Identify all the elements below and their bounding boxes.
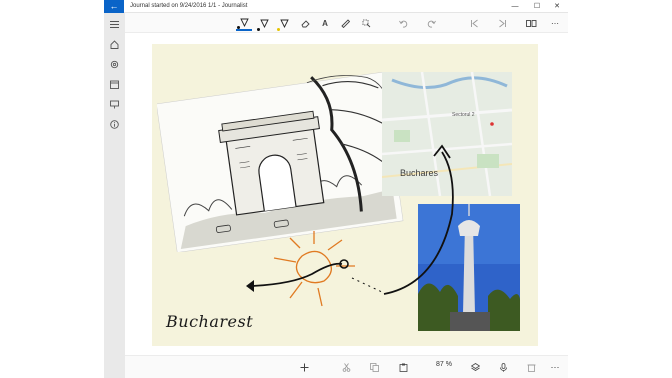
ink-arrow-strokes[interactable] [232, 134, 462, 304]
pen-color-swatch [237, 26, 240, 29]
close-button[interactable]: ✕ [546, 0, 568, 13]
pen-tool-black[interactable] [236, 15, 252, 31]
delete-button[interactable] [523, 360, 539, 374]
minimize-button[interactable]: — [504, 0, 526, 13]
bottom-command-bar: 87 % ⋯ [125, 355, 568, 378]
navigation-rail [104, 13, 125, 378]
page-view-icon [525, 19, 536, 27]
copy-button[interactable] [366, 360, 382, 374]
paste-icon [399, 363, 407, 372]
home-button[interactable] [104, 36, 125, 52]
paste-button[interactable] [395, 360, 411, 374]
ruler-icon [340, 18, 350, 28]
map-sector-label: Sectorul 2 [452, 112, 475, 118]
ruler-tool[interactable] [337, 15, 353, 31]
layers-icon [470, 362, 480, 371]
maximize-button[interactable]: ☐ [526, 0, 548, 13]
ink-toolbar: A ⋯ [125, 13, 568, 33]
text-tool[interactable]: A [317, 15, 333, 31]
highlighter-icon [279, 19, 289, 28]
microphone-icon [499, 362, 507, 372]
bottom-more-button[interactable]: ⋯ [547, 360, 563, 374]
scissors-icon [342, 362, 350, 372]
info-button[interactable] [104, 116, 125, 132]
pen-icon [239, 18, 249, 27]
next-page-icon [498, 19, 506, 27]
previous-page-button[interactable] [466, 15, 482, 31]
microphone-button[interactable] [495, 360, 511, 374]
pen-color-swatch [257, 28, 260, 31]
journal-canvas[interactable]: Sectorul 2 Buchares Bucharest [125, 33, 568, 355]
hamburger-icon [110, 20, 119, 28]
pen-icon [259, 19, 269, 28]
plus-icon [300, 363, 308, 371]
eraser-icon [300, 19, 310, 27]
highlighter-tool[interactable] [276, 15, 292, 31]
app-window: ← Journal started on 9/24/2016 1/1 - Jou… [0, 0, 672, 378]
add-button[interactable] [296, 360, 312, 374]
cut-button[interactable] [338, 360, 354, 374]
right-margin [568, 0, 672, 378]
pen-tool-black-2[interactable] [256, 15, 272, 31]
info-icon [110, 119, 119, 129]
window-title: Journal started on 9/24/2016 1/1 - Journ… [130, 3, 248, 9]
redo-icon [427, 20, 436, 27]
back-arrow-icon: ← [109, 1, 119, 11]
eraser-tool[interactable] [297, 15, 313, 31]
redo-button[interactable] [423, 15, 439, 31]
calendar-button[interactable] [104, 76, 125, 92]
journal-caption: Bucharest [166, 312, 254, 331]
calendar-icon [110, 80, 119, 89]
settings-button[interactable] [104, 56, 125, 72]
trash-icon [527, 364, 535, 372]
home-icon [110, 39, 119, 49]
undo-icon [398, 20, 407, 27]
page-view-button[interactable] [523, 15, 539, 31]
presentation-icon [110, 100, 119, 108]
menu-button[interactable] [104, 16, 125, 32]
zoom-level[interactable]: 87 % [436, 361, 452, 368]
more-options-button[interactable]: ⋯ [547, 15, 563, 31]
lasso-tool[interactable] [358, 15, 374, 31]
gear-icon [110, 60, 119, 68]
present-button[interactable] [104, 96, 125, 112]
back-button[interactable]: ← [104, 0, 124, 13]
next-page-button[interactable] [494, 15, 510, 31]
previous-page-icon [470, 19, 478, 27]
highlighter-color-swatch [277, 28, 280, 31]
undo-button[interactable] [395, 15, 411, 31]
text-tool-icon: A [322, 18, 328, 28]
copy-icon [369, 362, 379, 372]
layers-button[interactable] [467, 360, 483, 374]
lasso-icon [362, 19, 370, 27]
journal-page[interactable]: Sectorul 2 Buchares Bucharest [152, 44, 538, 346]
title-bar: ← Journal started on 9/24/2016 1/1 - Jou… [104, 0, 568, 13]
